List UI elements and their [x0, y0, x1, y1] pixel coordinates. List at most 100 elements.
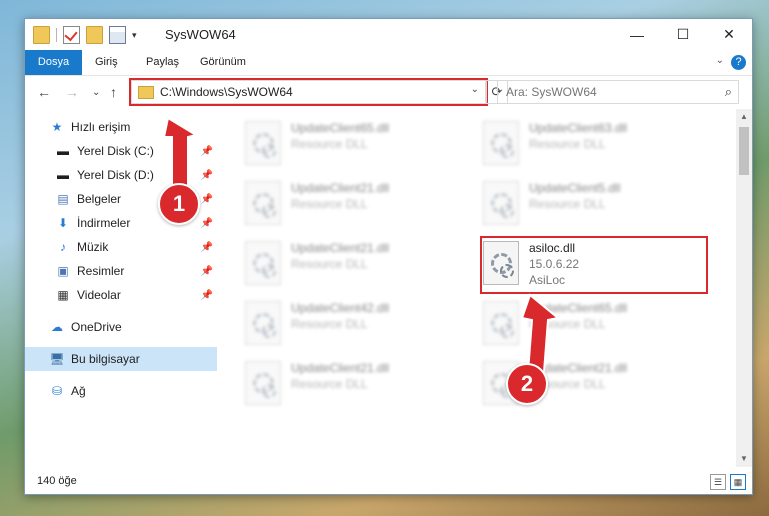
tab-share[interactable]: Paylaş	[134, 50, 191, 75]
file-description: Resource DLL	[529, 317, 606, 331]
search-box[interactable]: ⌕	[497, 80, 739, 104]
up-arrow-icon[interactable]: ↑	[110, 84, 117, 100]
maximize-button[interactable]: ☐	[660, 19, 706, 50]
list-item[interactable]: UpdateClient21.dll Resource DLL	[245, 239, 465, 289]
list-item[interactable]: UpdateClient65.dll Resource DLL	[245, 119, 465, 169]
new-folder-icon[interactable]	[86, 26, 103, 44]
list-item[interactable]: UpdateClient5.dll Resource DLL	[483, 179, 703, 229]
sidebar-item-label: Bu bilgisayar	[71, 352, 140, 366]
window-title: SysWOW64	[165, 27, 236, 42]
minimize-button[interactable]: —	[614, 19, 660, 50]
dll-file-icon	[483, 301, 519, 345]
search-icon[interactable]: ⌕	[725, 84, 732, 100]
quick-access-toolbar: ▾	[33, 26, 137, 44]
sidebar-item-label: Müzik	[77, 240, 109, 254]
pictures-icon: ▣	[57, 264, 69, 278]
file-description: Resource DLL	[291, 317, 368, 331]
film-icon: ▦	[57, 288, 69, 302]
pin-icon: 📌	[200, 193, 213, 205]
sidebar-item-label: OneDrive	[71, 320, 122, 334]
sidebar-item-onedrive[interactable]: ☁ OneDrive	[25, 315, 217, 339]
star-icon: ★	[51, 120, 63, 134]
sidebar-item-label: Belgeler	[77, 192, 122, 206]
file-name: UpdateClient63.dll	[529, 121, 628, 135]
sidebar-item-label: Hızlı erişim	[71, 120, 131, 134]
download-icon: ⬇	[57, 216, 69, 230]
properties-check-icon[interactable]	[63, 26, 80, 44]
scroll-up-arrow-icon[interactable]: ▲	[736, 109, 752, 125]
scroll-thumb[interactable]	[739, 127, 749, 175]
navigation-pane: ★ Hızlı erişim ▬ Yerel Disk (C:) 📌 ▬ Yer…	[25, 115, 217, 469]
file-description: Resource DLL	[529, 197, 606, 211]
file-name: UpdateClient42.dll	[291, 301, 390, 315]
sidebar-item-label: Videolar	[77, 288, 121, 302]
sidebar-item-local-disk-c[interactable]: ▬ Yerel Disk (C:) 📌	[25, 139, 217, 163]
sidebar-item-label: Yerel Disk (D:)	[77, 168, 154, 182]
scroll-down-arrow-icon[interactable]: ▼	[736, 451, 752, 467]
step-marker-1: 1	[158, 183, 200, 225]
file-name: UpdateClient65.dll	[529, 301, 628, 315]
music-note-icon: ♪	[60, 240, 66, 254]
sidebar-item-this-pc[interactable]: 🖥 Bu bilgisayar	[25, 347, 217, 371]
pin-icon: 📌	[200, 145, 213, 157]
separator	[56, 28, 57, 42]
cloud-icon: ☁	[51, 320, 63, 334]
navigation-bar: ← → ⌄ ↑ C:\Windows\SysWOW64 ⌄ ⟳ ⌕	[25, 76, 752, 108]
file-description: Resource DLL	[291, 137, 368, 151]
sidebar-item-videos[interactable]: ▦ Videolar 📌	[25, 283, 217, 307]
dll-file-icon	[483, 181, 519, 225]
sidebar-item-network[interactable]: ⛁ Ağ	[25, 379, 217, 403]
pin-icon: 📌	[200, 169, 213, 181]
file-name: UpdateClient21.dll	[291, 241, 390, 255]
view-properties-icon[interactable]	[109, 26, 126, 44]
file-name: UpdateClient21.dll	[291, 181, 390, 195]
computer-icon: 🖥	[49, 352, 65, 366]
file-highlight-box	[480, 236, 708, 294]
vertical-scrollbar[interactable]: ▲ ▼	[736, 109, 752, 467]
expand-ribbon-chevron-icon[interactable]: ⌄	[716, 55, 724, 66]
large-icons-view-icon[interactable]: ▦	[730, 474, 746, 490]
back-arrow-icon[interactable]: ←	[37, 84, 51, 100]
explorer-window: ▾ SysWOW64 — ☐ ✕ Dosya Giriş Paylaş Görü…	[24, 18, 753, 495]
help-button[interactable]: ?	[731, 55, 746, 70]
recent-locations-chevron-icon[interactable]: ⌄	[92, 87, 100, 98]
ribbon: Dosya Giriş Paylaş Görünüm ⌄ ?	[25, 50, 752, 76]
file-description: Resource DLL	[529, 137, 606, 151]
network-icon: ⛁	[51, 384, 63, 398]
list-item[interactable]: UpdateClient21.dll Resource DLL	[245, 359, 465, 409]
file-name: UpdateClient5.dll	[529, 181, 621, 195]
tab-home[interactable]: Giriş	[83, 50, 130, 75]
details-view-icon[interactable]: ☰	[710, 474, 726, 490]
sidebar-item-quick-access[interactable]: ★ Hızlı erişim	[25, 115, 217, 139]
address-bar[interactable]: C:\Windows\SysWOW64 ⌄	[131, 80, 486, 104]
list-item[interactable]: UpdateClient42.dll Resource DLL	[245, 299, 465, 349]
sidebar-item-label: Ağ	[71, 384, 86, 398]
sidebar-item-pictures[interactable]: ▣ Resimler 📌	[25, 259, 217, 283]
customize-toolbar-chevron-icon[interactable]: ▾	[132, 30, 137, 41]
folder-icon	[33, 26, 50, 44]
sidebar-item-label: Resimler	[77, 264, 125, 278]
list-item[interactable]: UpdateClient63.dll Resource DLL	[483, 119, 703, 169]
search-input[interactable]	[498, 81, 708, 103]
file-description: Resource DLL	[291, 257, 368, 271]
close-button[interactable]: ✕	[706, 19, 752, 50]
list-item[interactable]: UpdateClient21.dll Resource DLL	[245, 179, 465, 229]
tab-view[interactable]: Görünüm	[188, 50, 258, 75]
sidebar-item-music[interactable]: ♪ Müzik 📌	[25, 235, 217, 259]
sidebar-item-local-disk-d[interactable]: ▬ Yerel Disk (D:) 📌	[25, 163, 217, 187]
list-item[interactable]: UpdateClient65.dll Resource DLL	[483, 299, 703, 349]
pin-icon: 📌	[200, 265, 213, 277]
pin-icon: 📌	[200, 241, 213, 253]
file-description: Resource DLL	[291, 197, 368, 211]
drive-icon: ▬	[57, 144, 69, 158]
item-count: 140 öğe	[37, 475, 77, 487]
sidebar-item-label: Yerel Disk (C:)	[77, 144, 154, 158]
status-bar: 140 öğe ☰ ▦	[25, 469, 752, 494]
tab-file[interactable]: Dosya	[25, 50, 82, 75]
step-marker-2: 2	[506, 363, 548, 405]
forward-arrow-icon[interactable]: →	[65, 84, 79, 100]
address-path[interactable]: C:\Windows\SysWOW64	[160, 85, 293, 99]
dll-file-icon	[245, 241, 281, 285]
dll-file-icon	[245, 301, 281, 345]
address-dropdown-chevron-icon[interactable]: ⌄	[471, 84, 479, 95]
